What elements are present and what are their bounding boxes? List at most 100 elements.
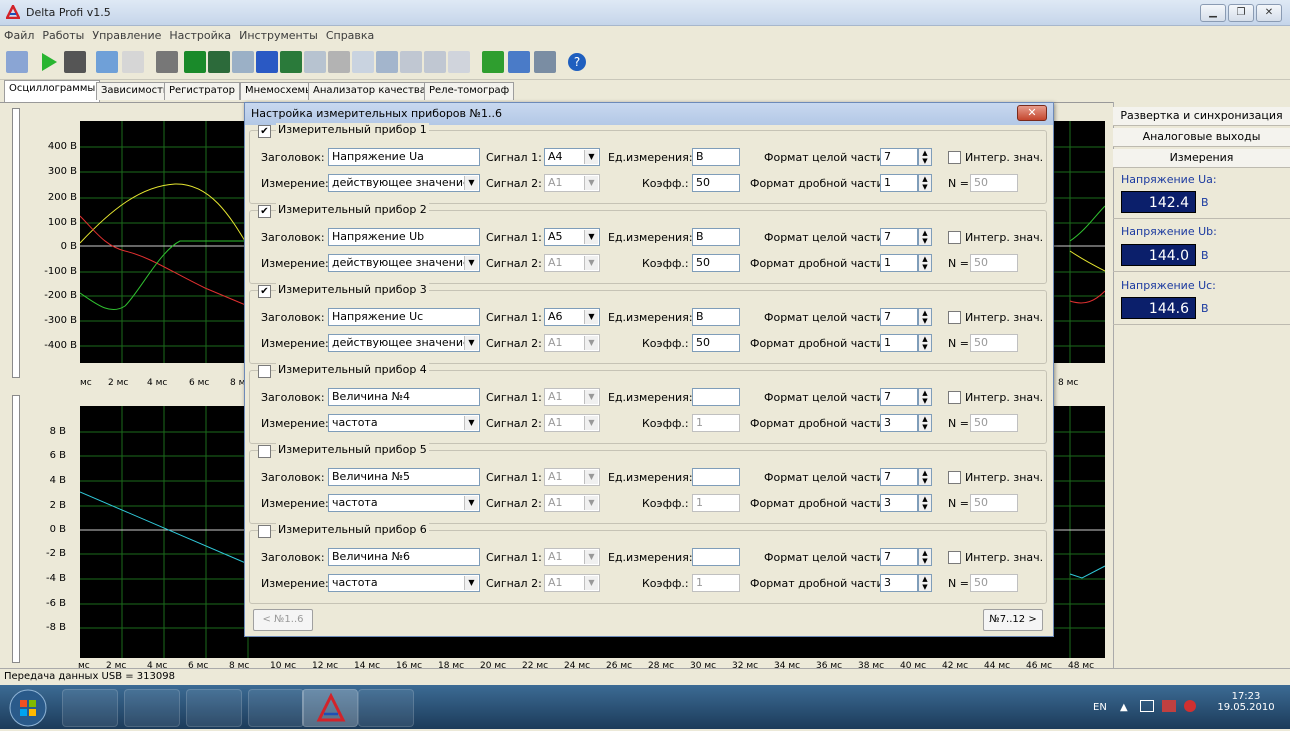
int-format-spinner[interactable]: ▲ ▼ [918, 548, 932, 566]
n-input[interactable]: 50 [970, 334, 1018, 352]
open-icon[interactable] [96, 51, 118, 73]
cursor-icon[interactable] [232, 51, 254, 73]
frac-format-input[interactable]: 3 [880, 574, 918, 592]
edit-icon[interactable] [6, 51, 28, 73]
integr-checkbox[interactable] [948, 391, 961, 404]
clock[interactable]: 17:23 19.05.2010 [1210, 691, 1282, 713]
prev-page-button[interactable]: < №1..6 [253, 609, 313, 631]
frac-format-spinner[interactable]: ▲ ▼ [918, 334, 932, 352]
int-format-spinner[interactable]: ▲ ▼ [918, 228, 932, 246]
internet-explorer-icon[interactable] [62, 689, 118, 727]
text-icon[interactable] [352, 51, 374, 73]
int-format-spinner[interactable]: ▲ ▼ [918, 468, 932, 486]
box-icon[interactable] [400, 51, 422, 73]
menu-tools[interactable]: Инструменты [235, 26, 322, 45]
chart-icon[interactable] [208, 51, 230, 73]
header-input[interactable]: Напряжение Ub [328, 228, 480, 246]
frac-format-spinner[interactable]: ▲ ▼ [918, 414, 932, 432]
print-icon[interactable] [156, 51, 178, 73]
tray-volume-icon[interactable] [1162, 700, 1176, 712]
frac-format-spinner[interactable]: ▲ ▼ [918, 574, 932, 592]
signal1-select[interactable]: A1 ▼ [544, 388, 600, 406]
next-page-button[interactable]: №7..12 > [983, 609, 1043, 631]
tab-recorder[interactable]: Регистратор [164, 82, 241, 100]
grid-icon[interactable] [256, 51, 278, 73]
int-format-input[interactable]: 7 [880, 148, 918, 166]
header-input[interactable]: Напряжение Uc [328, 308, 480, 326]
coef-input[interactable]: 50 [692, 334, 740, 352]
tab-relay-tomograph[interactable]: Реле-томограф [424, 82, 515, 100]
frac-format-input[interactable]: 3 [880, 414, 918, 432]
media-icon[interactable] [186, 689, 242, 727]
move-icon[interactable] [376, 51, 398, 73]
frac-format-input[interactable]: 1 [880, 254, 918, 272]
signal1-select[interactable]: A6 ▼ [544, 308, 600, 326]
signal2-select[interactable]: A1 ▼ [544, 334, 600, 352]
measure-select[interactable]: действующее значение ▼ [328, 334, 480, 352]
coef-input[interactable]: 50 [692, 254, 740, 272]
header-input[interactable]: Напряжение Ua [328, 148, 480, 166]
frac-format-input[interactable]: 1 [880, 334, 918, 352]
integr-checkbox[interactable] [948, 151, 961, 164]
menu-works[interactable]: Работы [38, 26, 88, 45]
coef-input[interactable]: 1 [692, 494, 740, 512]
measure-select[interactable]: частота ▼ [328, 494, 480, 512]
explorer-icon[interactable] [124, 689, 180, 727]
window-icon[interactable] [328, 51, 350, 73]
dialog-close-button[interactable]: ✕ [1017, 105, 1047, 121]
signal2-select[interactable]: A1 ▼ [544, 174, 600, 192]
coef-input[interactable]: 50 [692, 174, 740, 192]
int-format-input[interactable]: 7 [880, 468, 918, 486]
help-icon[interactable]: ? [566, 51, 588, 73]
plot1-scrollbar[interactable] [12, 108, 20, 378]
int-format-input[interactable]: 7 [880, 228, 918, 246]
tools-icon[interactable] [534, 51, 556, 73]
n-input[interactable]: 50 [970, 254, 1018, 272]
unit-input[interactable] [692, 388, 740, 406]
unit-input[interactable]: В [692, 148, 740, 166]
tray-arrow-icon[interactable]: ▲ [1120, 702, 1128, 713]
close-window-button[interactable]: ✕ [1256, 4, 1282, 22]
unit-input[interactable]: В [692, 228, 740, 246]
measure-select[interactable]: действующее значение ▼ [328, 254, 480, 272]
int-format-input[interactable]: 7 [880, 388, 918, 406]
tray-alert-icon[interactable] [1184, 700, 1196, 712]
save-icon[interactable] [122, 51, 144, 73]
menu-settings[interactable]: Настройка [165, 26, 235, 45]
int-format-spinner[interactable]: ▲ ▼ [918, 388, 932, 406]
table-icon[interactable] [304, 51, 326, 73]
coef-input[interactable]: 1 [692, 414, 740, 432]
frac-format-spinner[interactable]: ▲ ▼ [918, 174, 932, 192]
tab-dependencies[interactable]: Зависимости [96, 82, 175, 100]
int-format-spinner[interactable]: ▲ ▼ [918, 148, 932, 166]
analog-outputs-button[interactable]: Аналоговые выходы [1113, 128, 1290, 147]
tray-network-icon[interactable] [1140, 700, 1154, 712]
signal1-select[interactable]: A1 ▼ [544, 548, 600, 566]
unit-input[interactable] [692, 548, 740, 566]
tab-oscillograms[interactable]: Осциллограммы [4, 80, 101, 102]
device-enable-checkbox[interactable]: ✔ [258, 285, 271, 298]
gear-icon[interactable] [508, 51, 530, 73]
frac-format-spinner[interactable]: ▲ ▼ [918, 254, 932, 272]
frac-format-input[interactable]: 3 [880, 494, 918, 512]
unit-input[interactable] [692, 468, 740, 486]
measurements-button[interactable]: Измерения [1113, 149, 1290, 168]
signal2-select[interactable]: A1 ▼ [544, 494, 600, 512]
menu-help[interactable]: Справка [322, 26, 378, 45]
language-indicator[interactable]: EN [1093, 702, 1107, 713]
play-icon[interactable] [38, 51, 60, 73]
measure-select[interactable]: действующее значение ▼ [328, 174, 480, 192]
frac-format-input[interactable]: 1 [880, 174, 918, 192]
header-input[interactable]: Величина №6 [328, 548, 480, 566]
n-input[interactable]: 50 [970, 174, 1018, 192]
paint-icon[interactable] [358, 689, 414, 727]
minimize-button[interactable]: ▁ [1200, 4, 1226, 22]
device-enable-checkbox[interactable]: ✔ [258, 205, 271, 218]
device-enable-checkbox[interactable] [258, 525, 271, 538]
trend-icon[interactable] [280, 51, 302, 73]
signal1-select[interactable]: A1 ▼ [544, 468, 600, 486]
menu-file[interactable]: Файл [0, 26, 38, 45]
device-enable-checkbox[interactable]: ✔ [258, 125, 271, 138]
device-enable-checkbox[interactable] [258, 365, 271, 378]
layout-icon[interactable] [184, 51, 206, 73]
